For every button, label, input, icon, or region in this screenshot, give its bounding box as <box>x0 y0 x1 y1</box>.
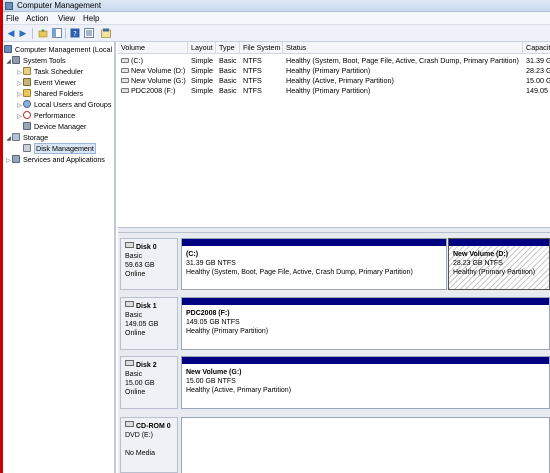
tree-item-system-tools[interactable]: ◢ System Tools <box>5 55 66 66</box>
storage-icon <box>12 133 20 141</box>
partition-c[interactable]: (C:) 31.39 GB NTFS Healthy (System, Boot… <box>181 238 447 290</box>
tree-item-services-applications[interactable]: ▷ Services and Applications <box>5 154 105 165</box>
tree-item-disk-management[interactable]: Disk Management <box>23 143 96 154</box>
expand-arrow-icon[interactable]: ▷ <box>5 156 12 167</box>
computer-icon <box>4 45 12 53</box>
drive-icon <box>121 68 129 73</box>
tree-item-storage[interactable]: ◢ Storage <box>5 132 48 143</box>
tree-item-task-scheduler[interactable]: ▷ Task Scheduler <box>16 66 83 77</box>
drive-icon <box>121 88 129 93</box>
toolbar-separator <box>65 28 66 39</box>
volume-row[interactable]: New Volume (G:) Simple Basic NTFS Health… <box>118 76 550 86</box>
toolbar-separator <box>32 28 33 39</box>
performance-gauge-icon <box>23 111 31 119</box>
volume-row[interactable]: (C:) Simple Basic NTFS Healthy (System, … <box>118 56 550 66</box>
menu-bar: File Action View Help <box>3 12 550 25</box>
svg-text:?: ? <box>73 30 77 38</box>
volume-row[interactable]: New Volume (D:) Simple Basic NTFS Health… <box>118 66 550 76</box>
title-bar[interactable]: Computer Management <box>3 0 550 12</box>
forward-arrow-icon[interactable]: ▶ <box>17 27 29 39</box>
column-header-layout[interactable]: Layout <box>188 42 216 54</box>
disk-2-label[interactable]: Disk 2 Basic 15.00 GB Online <box>120 356 178 409</box>
column-header-file-system[interactable]: File System <box>240 42 283 54</box>
menu-view[interactable]: View <box>58 14 75 23</box>
shared-folder-icon <box>23 89 31 97</box>
tree-item-computer-management[interactable]: Computer Management (Local <box>4 44 112 55</box>
menu-help[interactable]: Help <box>83 14 99 23</box>
partition-f[interactable]: PDC2008 (F:) 149.05 GB NTFS Healthy (Pri… <box>181 297 550 350</box>
tree-item-performance[interactable]: ▷ Performance <box>16 110 75 121</box>
tree-item-local-users-groups[interactable]: ▷ Local Users and Groups <box>16 99 112 110</box>
toolbar: ◀ ▶ ? <box>3 25 550 42</box>
users-icon <box>23 100 31 108</box>
partition-band <box>449 239 549 246</box>
menu-action[interactable]: Action <box>26 14 48 23</box>
properties-icon[interactable] <box>83 27 95 39</box>
disk-1-label[interactable]: Disk 1 Basic 149.05 GB Online <box>120 297 178 350</box>
up-folder-icon[interactable] <box>37 27 49 39</box>
partition-d[interactable]: New Volume (D:) 28.23 GB NTFS Healthy (P… <box>448 238 550 290</box>
volume-list: Volume Layout Type File System Status Ca… <box>118 42 550 227</box>
export-icon[interactable] <box>100 27 112 39</box>
computer-management-icon <box>5 2 13 10</box>
tree-item-device-manager[interactable]: Device Manager <box>23 121 86 132</box>
event-log-icon <box>23 78 31 86</box>
tools-icon <box>12 56 20 64</box>
console-tree: Computer Management (Local ◢ System Tools… <box>3 42 116 473</box>
collapse-arrow-icon[interactable]: ◢ <box>5 57 12 68</box>
partition-band <box>182 357 549 364</box>
menu-file[interactable]: File <box>6 14 19 23</box>
drive-icon <box>121 78 129 83</box>
device-manager-icon <box>23 122 31 130</box>
show-hide-tree-icon[interactable] <box>51 27 63 39</box>
disk-0-label[interactable]: Disk 0 Basic 59.63 GB Online <box>120 238 178 290</box>
services-icon <box>12 155 20 163</box>
window-title: Computer Management <box>17 1 102 10</box>
column-header-capacity[interactable]: Capacit <box>523 42 550 54</box>
volume-row[interactable]: PDC2008 (F:) Simple Basic NTFS Healthy (… <box>118 86 550 96</box>
expand-arrow-icon[interactable]: ▷ <box>16 112 23 123</box>
drive-icon <box>121 58 129 63</box>
clock-icon <box>23 67 31 75</box>
help-icon[interactable]: ? <box>69 27 81 39</box>
tree-item-event-viewer[interactable]: ▷ Event Viewer <box>16 77 76 88</box>
back-arrow-icon[interactable]: ◀ <box>5 27 17 39</box>
cdrom-0-label[interactable]: CD-ROM 0 DVD (E:) No Media <box>120 417 178 473</box>
cdrom-0-media-area[interactable] <box>181 417 550 473</box>
column-header-status[interactable]: Status <box>283 42 523 54</box>
partition-band <box>182 298 549 305</box>
partition-g[interactable]: New Volume (G:) 15.00 GB NTFS Healthy (A… <box>181 356 550 409</box>
collapse-arrow-icon[interactable]: ◢ <box>5 134 12 145</box>
disk-management-icon <box>23 144 31 152</box>
column-header-type[interactable]: Type <box>216 42 240 54</box>
column-header-volume[interactable]: Volume <box>118 42 188 54</box>
tree-item-shared-folders[interactable]: ▷ Shared Folders <box>16 88 83 99</box>
volume-list-header: Volume Layout Type File System Status Ca… <box>118 42 550 54</box>
partition-band <box>182 239 446 246</box>
disk-graphical-view: Disk 0 Basic 59.63 GB Online (C:) 31.39 … <box>118 233 550 473</box>
